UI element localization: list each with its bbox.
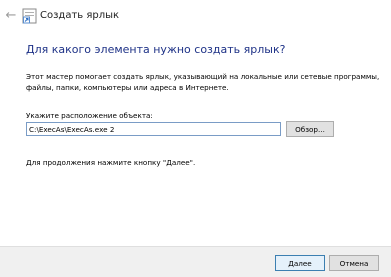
description-line-1: Этот мастер помогает создать ярлык, указ… <box>26 72 380 81</box>
browse-button[interactable]: Обзор... <box>286 121 334 137</box>
location-label: Укажите расположение объекта: <box>26 111 153 120</box>
cancel-button[interactable]: Отмена <box>329 255 379 271</box>
dialog-footer: Далее Отмена <box>0 246 391 277</box>
window-title: Создать ярлык <box>40 10 120 21</box>
back-arrow-icon: ← <box>5 8 17 23</box>
shortcut-icon <box>22 8 37 24</box>
page-heading: Для какого элемента нужно создать ярлык? <box>26 43 286 56</box>
title-bar: ← Создать ярлык <box>0 0 391 32</box>
description-line-2: файлы, папки, компьютеры или адреса в Ин… <box>26 83 229 92</box>
wizard-description: Этот мастер помогает создать ярлык, указ… <box>26 71 380 93</box>
back-button[interactable]: ← <box>4 9 18 23</box>
hint-text: Для продолжения нажмите кнопку "Далее". <box>26 158 196 167</box>
next-button[interactable]: Далее <box>275 255 325 271</box>
create-shortcut-dialog: ← Создать ярлык Для какого элемента нужн… <box>0 0 391 277</box>
location-input[interactable] <box>26 122 281 136</box>
